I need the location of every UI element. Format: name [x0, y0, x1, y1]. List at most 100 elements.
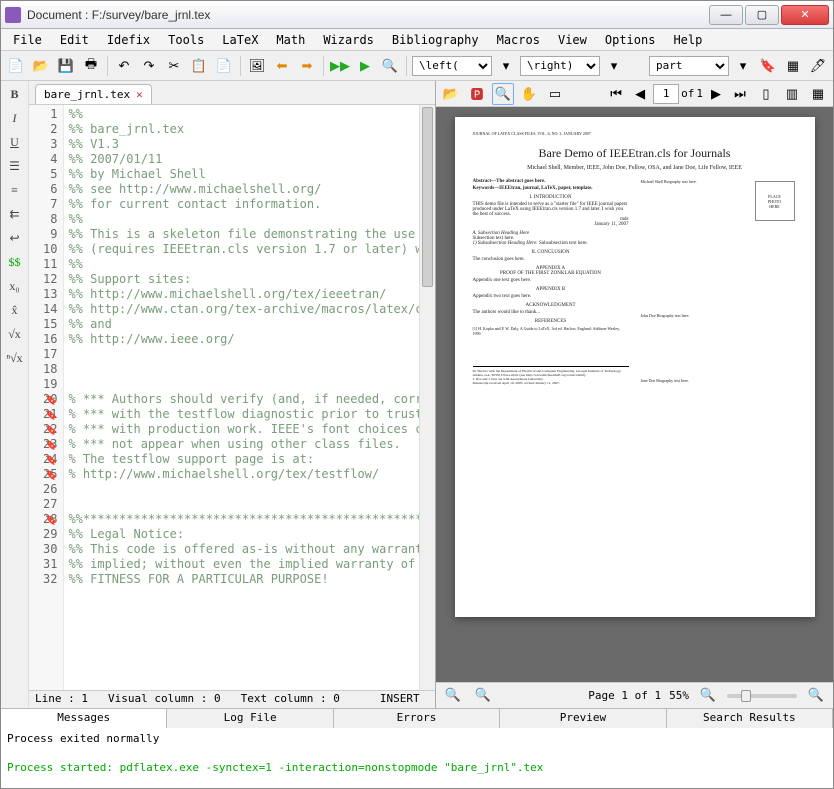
- pv-page-input[interactable]: [653, 84, 679, 104]
- menu-math[interactable]: Math: [268, 31, 313, 49]
- bold-icon[interactable]: B: [5, 85, 25, 103]
- pdf-abstract: Abstract—The abstract goes here.: [473, 179, 629, 184]
- pv-next-icon[interactable]: ▶: [705, 83, 727, 105]
- pv-find-fwd-icon[interactable]: 🔍: [472, 685, 494, 707]
- forward-icon[interactable]: ➡: [296, 55, 318, 77]
- menu-tools[interactable]: Tools: [160, 31, 212, 49]
- code-content[interactable]: %%%% bare_jrnl.tex%% V1.3%% 2007/01/11%%…: [64, 105, 419, 690]
- undo-icon[interactable]: ↶: [113, 55, 135, 77]
- pv-first-icon[interactable]: ⏮: [605, 83, 627, 105]
- pv-grid-icon[interactable]: ▦: [807, 83, 829, 105]
- pv-find-back-icon[interactable]: 🔍: [442, 685, 464, 707]
- pv-hand-icon[interactable]: ✋: [518, 83, 540, 105]
- pdf-page: JOURNAL OF LATEX CLASS FILES, VOL. 6, NO…: [455, 117, 815, 617]
- cut-icon[interactable]: ✂: [163, 55, 185, 77]
- nroot-icon[interactable]: ⁿ√x: [5, 349, 25, 367]
- combo-more-icon[interactable]: ▾: [603, 55, 625, 77]
- console-line: Process started: pdflatex.exe -synctex=1…: [7, 761, 827, 774]
- right-delim-combo[interactable]: \right): [520, 56, 600, 76]
- tab-search[interactable]: Search Results: [667, 709, 833, 728]
- minimize-button[interactable]: —: [709, 5, 743, 25]
- save-all-icon[interactable]: 🖶: [80, 55, 102, 77]
- italic-icon[interactable]: I: [5, 109, 25, 127]
- align-right-icon[interactable]: ⇇: [5, 205, 25, 223]
- code-editor[interactable]: 1234567891011121314151617181920🔖21🔖22🔖23…: [29, 105, 419, 690]
- maximize-button[interactable]: ▢: [745, 5, 779, 25]
- align-center-icon[interactable]: ≡: [5, 181, 25, 199]
- pdf-header: JOURNAL OF LATEX CLASS FILES, VOL. 6, NO…: [473, 131, 797, 136]
- pdf-refs: REFERENCES: [473, 319, 629, 324]
- pdf-bio3: Jane Doe Biography text here.: [641, 378, 797, 383]
- tab-messages[interactable]: Messages: [1, 709, 167, 728]
- pv-zoom-icon[interactable]: 🔍: [492, 83, 514, 105]
- zoom-thumb[interactable]: [741, 690, 751, 702]
- menu-help[interactable]: Help: [665, 31, 710, 49]
- menu-options[interactable]: Options: [597, 31, 664, 49]
- save-icon[interactable]: 💾: [55, 55, 77, 77]
- pdf-title: Bare Demo of IEEEtran.cls for Journals: [473, 146, 797, 161]
- ref-icon[interactable]: 🔖: [757, 55, 779, 77]
- pdf-appA-body: Appendix one text goes here.: [473, 278, 629, 283]
- pdf-keywords: Keywords—IEEEtran, journal, LaTeX, paper…: [473, 186, 629, 191]
- run-icon[interactable]: ▶: [354, 55, 376, 77]
- view-icon[interactable]: 🔍: [379, 55, 401, 77]
- scrollbar-thumb[interactable]: [422, 107, 433, 287]
- preview-toolbar: 📂 🅿 🔍 ✋ ▭ ⏮ ◀ of 1 ▶ ⏭ ▯ ▥ ▦: [436, 81, 833, 107]
- image-icon[interactable]: 🖼: [246, 55, 268, 77]
- highlight-icon[interactable]: 🖊: [807, 55, 829, 77]
- tab-preview[interactable]: Preview: [500, 709, 666, 728]
- left-delim-combo[interactable]: \left(: [412, 56, 492, 76]
- align-left-icon[interactable]: ☰: [5, 157, 25, 175]
- run-fast-icon[interactable]: ▶▶: [329, 55, 351, 77]
- combo-more-icon[interactable]: ▾: [495, 55, 517, 77]
- pv-zoom-out-icon[interactable]: 🔍: [697, 685, 719, 707]
- close-button[interactable]: ✕: [781, 5, 829, 25]
- pv-zoom-in-icon[interactable]: 🔍: [805, 685, 827, 707]
- pv-of-label: of: [681, 87, 694, 100]
- sqrt-icon[interactable]: √x: [5, 325, 25, 343]
- math-icon[interactable]: $$: [5, 253, 25, 271]
- console[interactable]: Process exited normally Process started:…: [1, 728, 833, 788]
- menu-edit[interactable]: Edit: [52, 31, 97, 49]
- newline-icon[interactable]: ↩: [5, 229, 25, 247]
- hat-icon[interactable]: x̂: [5, 301, 25, 319]
- format-gutter: B I U ☰ ≡ ⇇ ↩ $$ x₀ x̂ √x ⁿ√x: [1, 81, 29, 708]
- thumbs-icon[interactable]: ▦: [782, 55, 804, 77]
- open-icon[interactable]: 📂: [30, 55, 52, 77]
- tab-errors[interactable]: Errors: [334, 709, 500, 728]
- menu-view[interactable]: View: [550, 31, 595, 49]
- pv-last-icon[interactable]: ⏭: [729, 83, 751, 105]
- zoom-slider[interactable]: [727, 694, 797, 698]
- menu-file[interactable]: File: [5, 31, 50, 49]
- pv-open-icon[interactable]: 📂: [440, 83, 462, 105]
- menu-idefix[interactable]: Idefix: [99, 31, 158, 49]
- preview-viewport[interactable]: JOURNAL OF LATEX CLASS FILES, VOL. 6, NO…: [436, 107, 833, 682]
- copy-icon[interactable]: 📋: [188, 55, 210, 77]
- tab-file[interactable]: bare_jrnl.tex ✕: [35, 84, 152, 104]
- redo-icon[interactable]: ↷: [138, 55, 160, 77]
- pv-continuous-icon[interactable]: ▥: [781, 83, 803, 105]
- menu-wizards[interactable]: Wizards: [315, 31, 382, 49]
- paste-icon[interactable]: 📄: [213, 55, 235, 77]
- menu-latex[interactable]: LaTeX: [214, 31, 266, 49]
- menu-macros[interactable]: Macros: [489, 31, 548, 49]
- subscript-icon[interactable]: x₀: [5, 277, 25, 295]
- tab-bar: bare_jrnl.tex ✕: [29, 81, 435, 105]
- underline-icon[interactable]: U: [5, 133, 25, 151]
- editor-scrollbar[interactable]: [419, 105, 435, 690]
- section-combo[interactable]: part: [649, 56, 729, 76]
- new-icon[interactable]: 📄: [5, 55, 27, 77]
- menu-bibliography[interactable]: Bibliography: [384, 31, 487, 49]
- back-icon[interactable]: ⬅: [271, 55, 293, 77]
- tab-logfile[interactable]: Log File: [167, 709, 333, 728]
- status-tcol: Text column : 0: [241, 692, 340, 707]
- pv-single-icon[interactable]: ▯: [755, 83, 777, 105]
- tab-close-icon[interactable]: ✕: [136, 88, 143, 101]
- combo-more-icon[interactable]: ▾: [732, 55, 754, 77]
- pv-page-total: 1: [696, 87, 703, 100]
- pv-select-icon[interactable]: ▭: [544, 83, 566, 105]
- pv-prev-icon[interactable]: ◀: [629, 83, 651, 105]
- pv-pdf-icon[interactable]: 🅿: [466, 83, 488, 105]
- console-line: Process exited normally: [7, 732, 827, 745]
- pv-status-zoom: 55%: [669, 689, 689, 702]
